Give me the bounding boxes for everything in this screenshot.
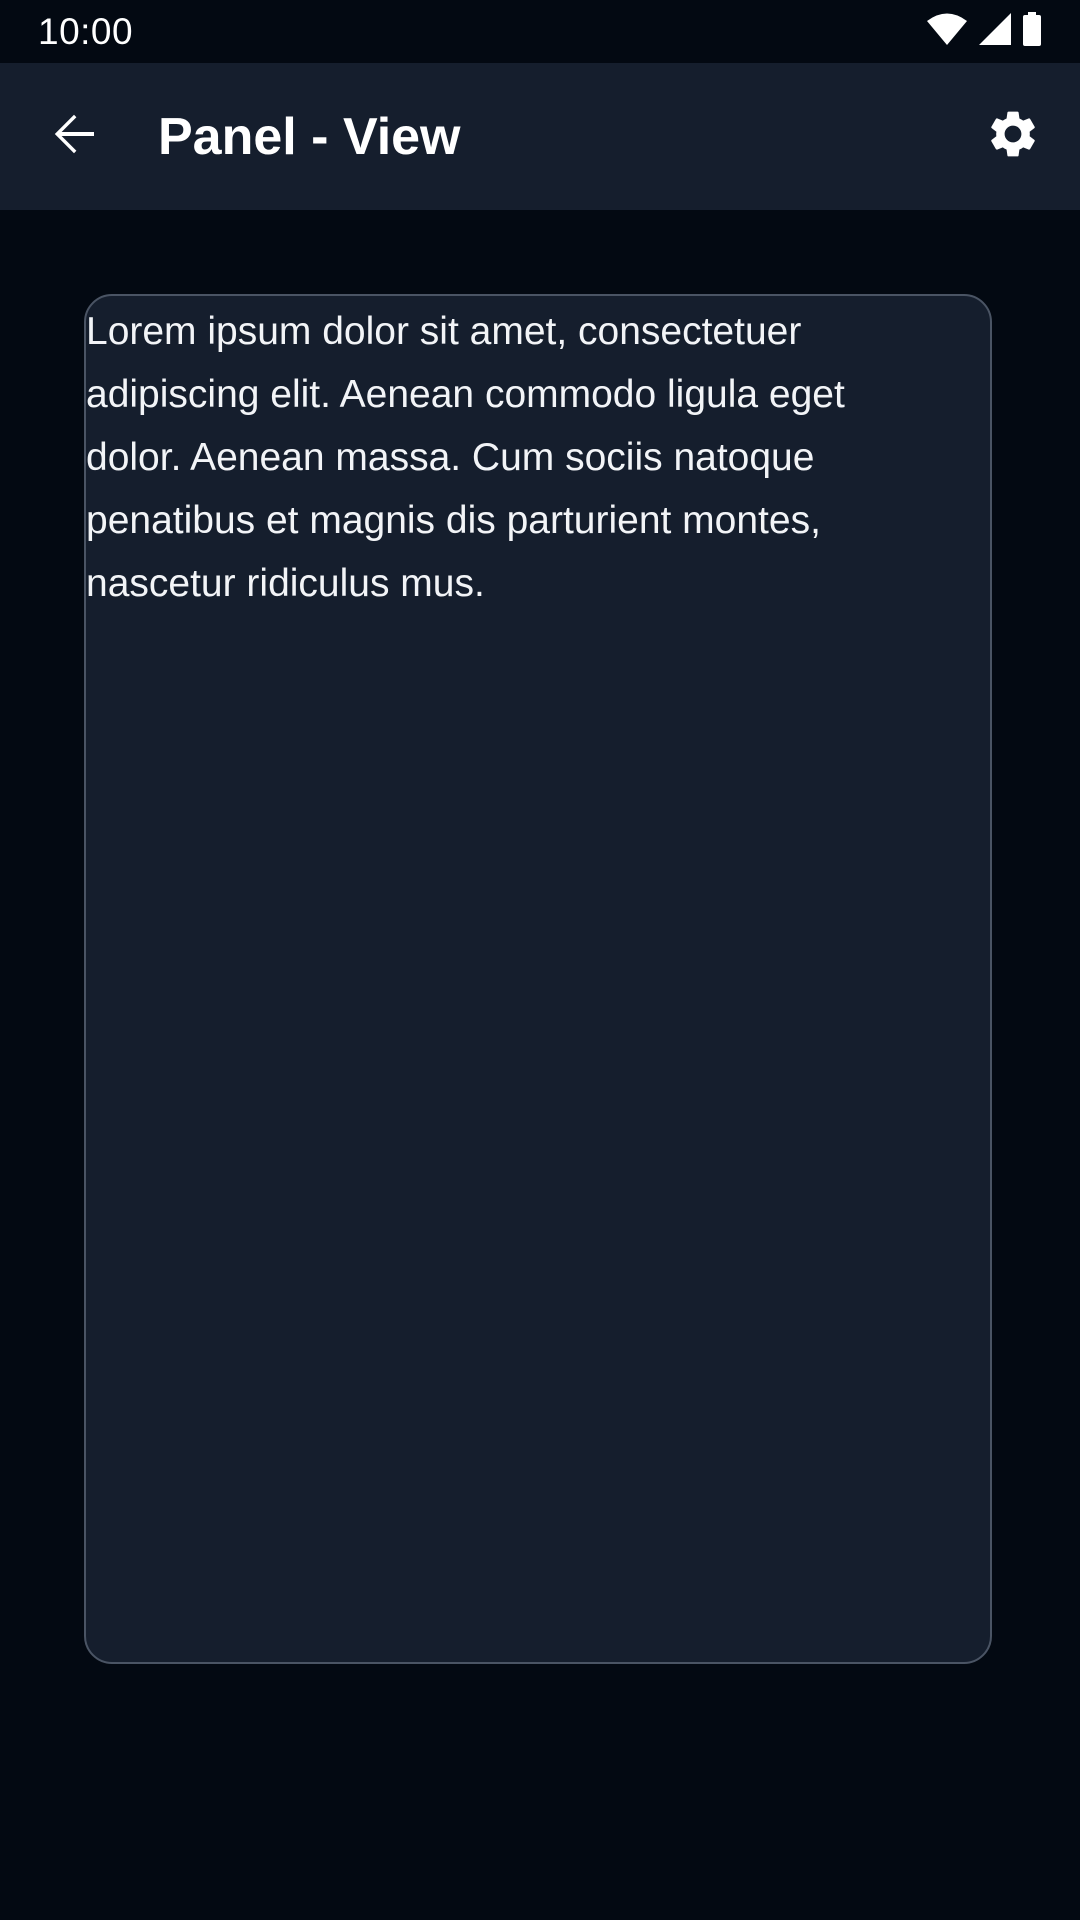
status-icons bbox=[926, 11, 1042, 51]
text-panel: Lorem ipsum dolor sit amet, consectetuer… bbox=[84, 294, 992, 1664]
app-bar: Panel - View bbox=[0, 63, 1080, 210]
back-button[interactable] bbox=[34, 96, 114, 176]
page-title: Panel - View bbox=[158, 108, 461, 166]
arrow-back-icon bbox=[50, 110, 98, 163]
gear-icon bbox=[985, 106, 1041, 167]
settings-button[interactable] bbox=[970, 93, 1056, 179]
panel-text: Lorem ipsum dolor sit amet, consectetuer… bbox=[86, 310, 845, 605]
wifi-icon bbox=[926, 12, 968, 51]
status-time: 10:00 bbox=[38, 11, 134, 52]
signal-icon bbox=[978, 12, 1012, 51]
status-bar: 10:00 bbox=[0, 0, 1080, 63]
battery-icon bbox=[1022, 11, 1042, 51]
